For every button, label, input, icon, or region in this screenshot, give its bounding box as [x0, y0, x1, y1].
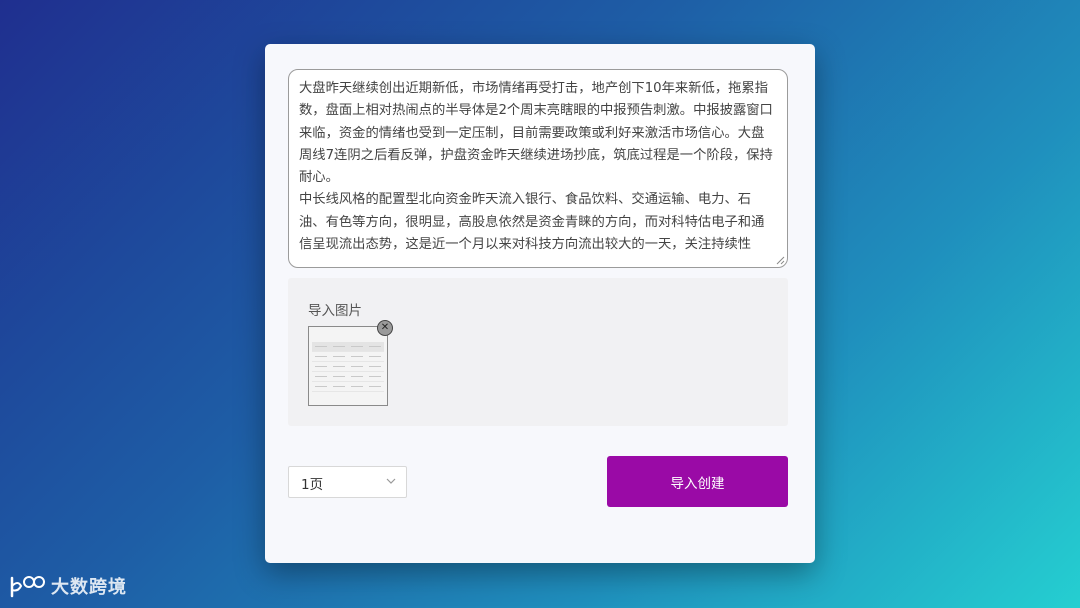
brand-logo-icon — [10, 576, 45, 598]
import-create-button[interactable]: 导入创建 — [607, 456, 788, 507]
content-textarea[interactable]: 大盘昨天继续创出近期新低，市场情绪再受打击，地产创下10年来新低，拖累指数，盘面… — [288, 69, 788, 268]
image-thumbnail[interactable] — [308, 326, 388, 406]
chevron-down-icon — [386, 478, 396, 484]
page-count-select[interactable]: 1页 — [288, 466, 407, 498]
content-text[interactable]: 大盘昨天继续创出近期新低，市场情绪再受打击，地产创下10年来新低，拖累指数，盘面… — [289, 70, 787, 256]
resize-handle-icon[interactable] — [775, 255, 785, 265]
thumbnail-table-preview — [312, 342, 384, 392]
watermark: 大数跨境 — [9, 572, 127, 600]
image-import-area[interactable]: 导入图片 ✕ — [288, 278, 788, 426]
remove-image-close-icon[interactable]: ✕ — [377, 320, 393, 336]
import-image-label: 导入图片 — [308, 303, 362, 319]
import-dialog: 大盘昨天继续创出近期新低，市场情绪再受打击，地产创下10年来新低，拖累指数，盘面… — [265, 44, 815, 563]
page-select-value: 1页 — [301, 477, 324, 493]
watermark-text: 大数跨境 — [51, 577, 127, 598]
